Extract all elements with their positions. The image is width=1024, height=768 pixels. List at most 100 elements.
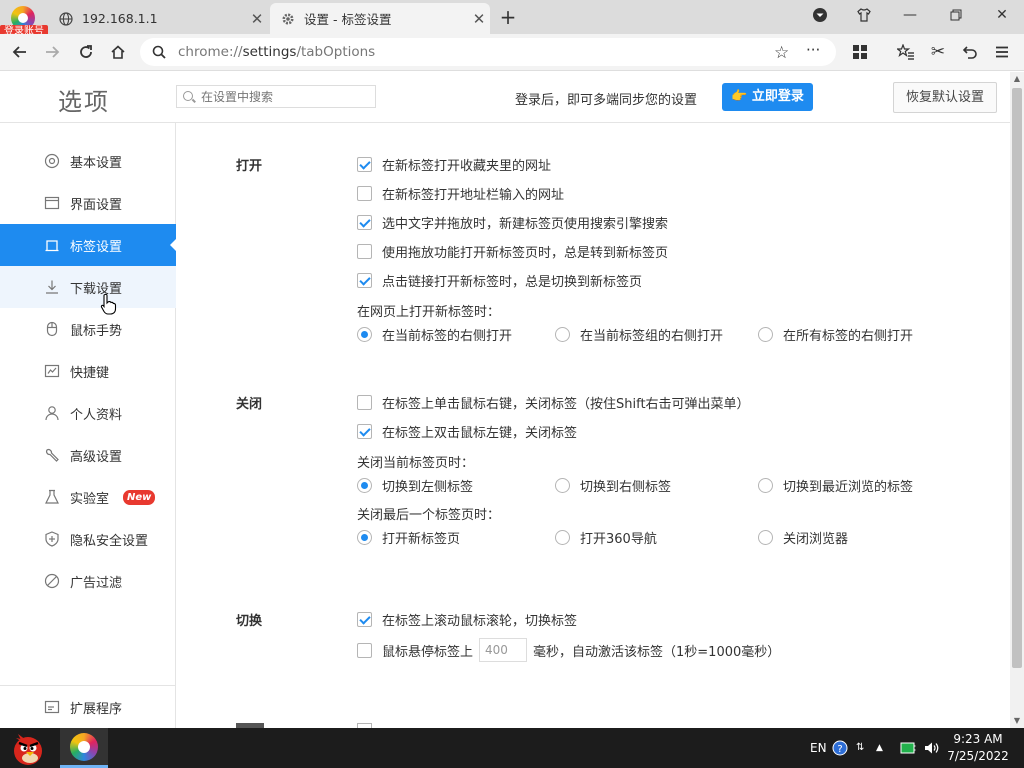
back-button[interactable] (6, 38, 34, 66)
radio-right-of-all-tabs[interactable]: 在所有标签的右侧打开 (758, 325, 913, 344)
favorites-icon[interactable] (892, 38, 920, 66)
checkbox-open-address-bar-in-new-tab[interactable]: 在新标签打开地址栏输入的网址 (357, 184, 564, 203)
reload-button[interactable] (72, 38, 100, 66)
undo-icon[interactable] (956, 38, 984, 66)
checkbox-link-switch-to-new-tab[interactable]: 点击链接打开新标签时，总是切换到新标签页 (357, 271, 642, 290)
vertical-scrollbar[interactable]: ▲ ▼ (1010, 72, 1024, 728)
menu-icon[interactable] (988, 38, 1016, 66)
tab-close-icon[interactable]: ✕ (468, 10, 490, 28)
network-icon[interactable]: ⇅ (856, 728, 864, 768)
radio-open-360-nav[interactable]: 打开360导航 (555, 528, 657, 547)
sidebar-item-mouse-gestures[interactable]: 鼠标手势 (0, 308, 176, 350)
checkbox-drag-text-search[interactable]: 选中文字并拖放时，新建标签页使用搜索引擎搜索 (357, 213, 668, 232)
home-button[interactable] (104, 38, 132, 66)
sidebar-item-profile[interactable]: 个人资料 (0, 392, 176, 434)
angry-birds-app-icon[interactable] (4, 728, 52, 768)
sidebar-item-label: 个人资料 (70, 407, 123, 423)
volume-icon[interactable] (924, 728, 940, 768)
radio-button[interactable] (555, 478, 570, 493)
tab-settings[interactable]: 设置 - 标签设置 ✕ (270, 3, 490, 34)
radio-button[interactable] (555, 530, 570, 545)
radio-switch-recent-tab[interactable]: 切换到最近浏览的标签 (758, 476, 913, 495)
scrollbar-thumb[interactable] (1012, 88, 1022, 668)
radio-right-of-current-group[interactable]: 在当前标签组的右侧打开 (555, 325, 723, 344)
checkbox[interactable] (357, 186, 372, 201)
radio-button[interactable] (555, 327, 570, 342)
hover-delay-input[interactable] (479, 638, 528, 662)
checkbox-drag-switch-to-new-tab[interactable]: 使用拖放功能打开新标签页时，总是转到新标签页 (357, 242, 668, 261)
search-icon (152, 45, 166, 63)
sidebar-item-label: 高级设置 (70, 449, 123, 465)
radio-label: 切换到左侧标签 (382, 480, 474, 495)
sidebar-item-download[interactable]: 下载设置 (0, 266, 176, 308)
checkbox[interactable] (357, 215, 372, 230)
radio-button[interactable] (357, 530, 372, 545)
sidebar-item-interface[interactable]: 界面设置 (0, 182, 176, 224)
sidebar-item-advanced[interactable]: 高级设置 (0, 434, 176, 476)
checkbox[interactable] (357, 157, 372, 172)
new-badge: New (123, 489, 156, 505)
svg-text:?: ? (837, 744, 842, 755)
sidebar-item-shortcuts[interactable]: 快捷键 (0, 350, 176, 392)
help-icon[interactable]: ? (832, 728, 848, 768)
scroll-up-arrow-icon[interactable]: ▲ (1010, 72, 1024, 86)
radio-button[interactable] (357, 478, 372, 493)
star-bookmark-icon[interactable]: ☆ (774, 43, 789, 63)
screenshot-scissors-icon[interactable]: ✂ (924, 38, 952, 66)
system-clock[interactable]: 9:23 AM 7/25/2022 (940, 731, 1016, 765)
radio-button[interactable] (357, 327, 372, 342)
checkbox-right-click-close[interactable]: 在标签上单击鼠标右键，关闭标签（按住Shift右击可弹出菜单） (357, 393, 750, 412)
close-window-button[interactable]: ✕ (984, 0, 1020, 30)
checkbox-double-click-close[interactable]: 在标签上双击鼠标左键，关闭标签 (357, 422, 577, 441)
address-url[interactable]: chrome://settings/tabOptions (178, 38, 375, 66)
new-tab-button[interactable]: + (496, 4, 520, 30)
radio-switch-left-tab[interactable]: 切换到左侧标签 (357, 476, 473, 495)
radio-close-browser[interactable]: 关闭浏览器 (758, 528, 848, 547)
more-icon[interactable]: ··· (806, 41, 820, 59)
radio-open-new-tab[interactable]: 打开新标签页 (357, 528, 460, 547)
reset-defaults-button[interactable]: 恢复默认设置 (893, 82, 997, 113)
address-bar[interactable]: chrome://settings/tabOptions ☆ ··· (140, 38, 836, 66)
sidebar-item-privacy[interactable]: 隐私安全设置 (0, 518, 176, 560)
radio-switch-right-tab[interactable]: 切换到右侧标签 (555, 476, 671, 495)
maximize-button[interactable] (938, 0, 974, 30)
radio-button[interactable] (758, 530, 773, 545)
input-language[interactable]: EN (810, 728, 827, 768)
radio-right-of-current-tab[interactable]: 在当前标签的右侧打开 (357, 325, 512, 344)
tab-192-168-1-1[interactable]: 192.168.1.1 ✕ (48, 3, 268, 34)
tab-title: 192.168.1.1 (82, 11, 158, 26)
checkbox[interactable] (357, 273, 372, 288)
settings-search-box[interactable] (176, 85, 376, 108)
skin-shirt-icon[interactable] (846, 0, 882, 30)
checkbox[interactable] (357, 244, 372, 259)
checkbox-open-bookmarks-in-new-tab[interactable]: 在新标签打开收藏夹里的网址 (357, 155, 551, 174)
sidebar-item-lab[interactable]: 实验室 New (0, 476, 176, 518)
checkbox[interactable] (357, 395, 372, 410)
sidebar-item-basic[interactable]: 基本设置 (0, 140, 176, 182)
apps-grid-icon[interactable] (846, 38, 874, 66)
checkbox-hover-activate-tab[interactable]: 鼠标悬停标签上 毫秒，自动激活该标签（1秒=1000毫秒） (357, 638, 780, 662)
checkbox[interactable] (357, 642, 372, 658)
sidebar-item-adblock[interactable]: 广告过滤 (0, 560, 176, 602)
menu-down-icon[interactable] (802, 0, 838, 30)
battery-status-icon[interactable] (900, 728, 916, 768)
minimize-button[interactable]: — (892, 0, 928, 30)
sidebar-item-extensions[interactable]: 扩展程序 (0, 686, 176, 728)
show-hidden-icons-arrow[interactable]: ▲ (876, 728, 883, 768)
login-button[interactable]: 👉 立即登录 (722, 83, 813, 111)
radio-button[interactable] (758, 327, 773, 342)
checkbox[interactable] (357, 612, 372, 627)
radio-button[interactable] (758, 478, 773, 493)
checkbox[interactable] (357, 424, 372, 439)
tab-close-icon[interactable]: ✕ (246, 10, 268, 28)
360-browser-taskbar-icon[interactable] (60, 728, 108, 768)
scroll-down-arrow-icon[interactable]: ▼ (1010, 714, 1024, 728)
mouse-icon (43, 320, 61, 338)
new-tab-position-label: 在网页上打开新标签时： (357, 305, 501, 320)
settings-search-input[interactable] (201, 88, 371, 106)
checkbox-wheel-switch-tabs[interactable]: 在标签上滚动鼠标滚轮，切换标签 (357, 610, 577, 629)
settings-sidebar: 基本设置 界面设置 标签设置 下载设置 鼠标手势 快捷键 个人资料 高级设置 实… (0, 123, 176, 728)
section-title-close: 关闭 (236, 397, 263, 412)
forward-button[interactable] (38, 38, 66, 66)
sidebar-item-tabs[interactable]: 标签设置 (0, 224, 176, 266)
